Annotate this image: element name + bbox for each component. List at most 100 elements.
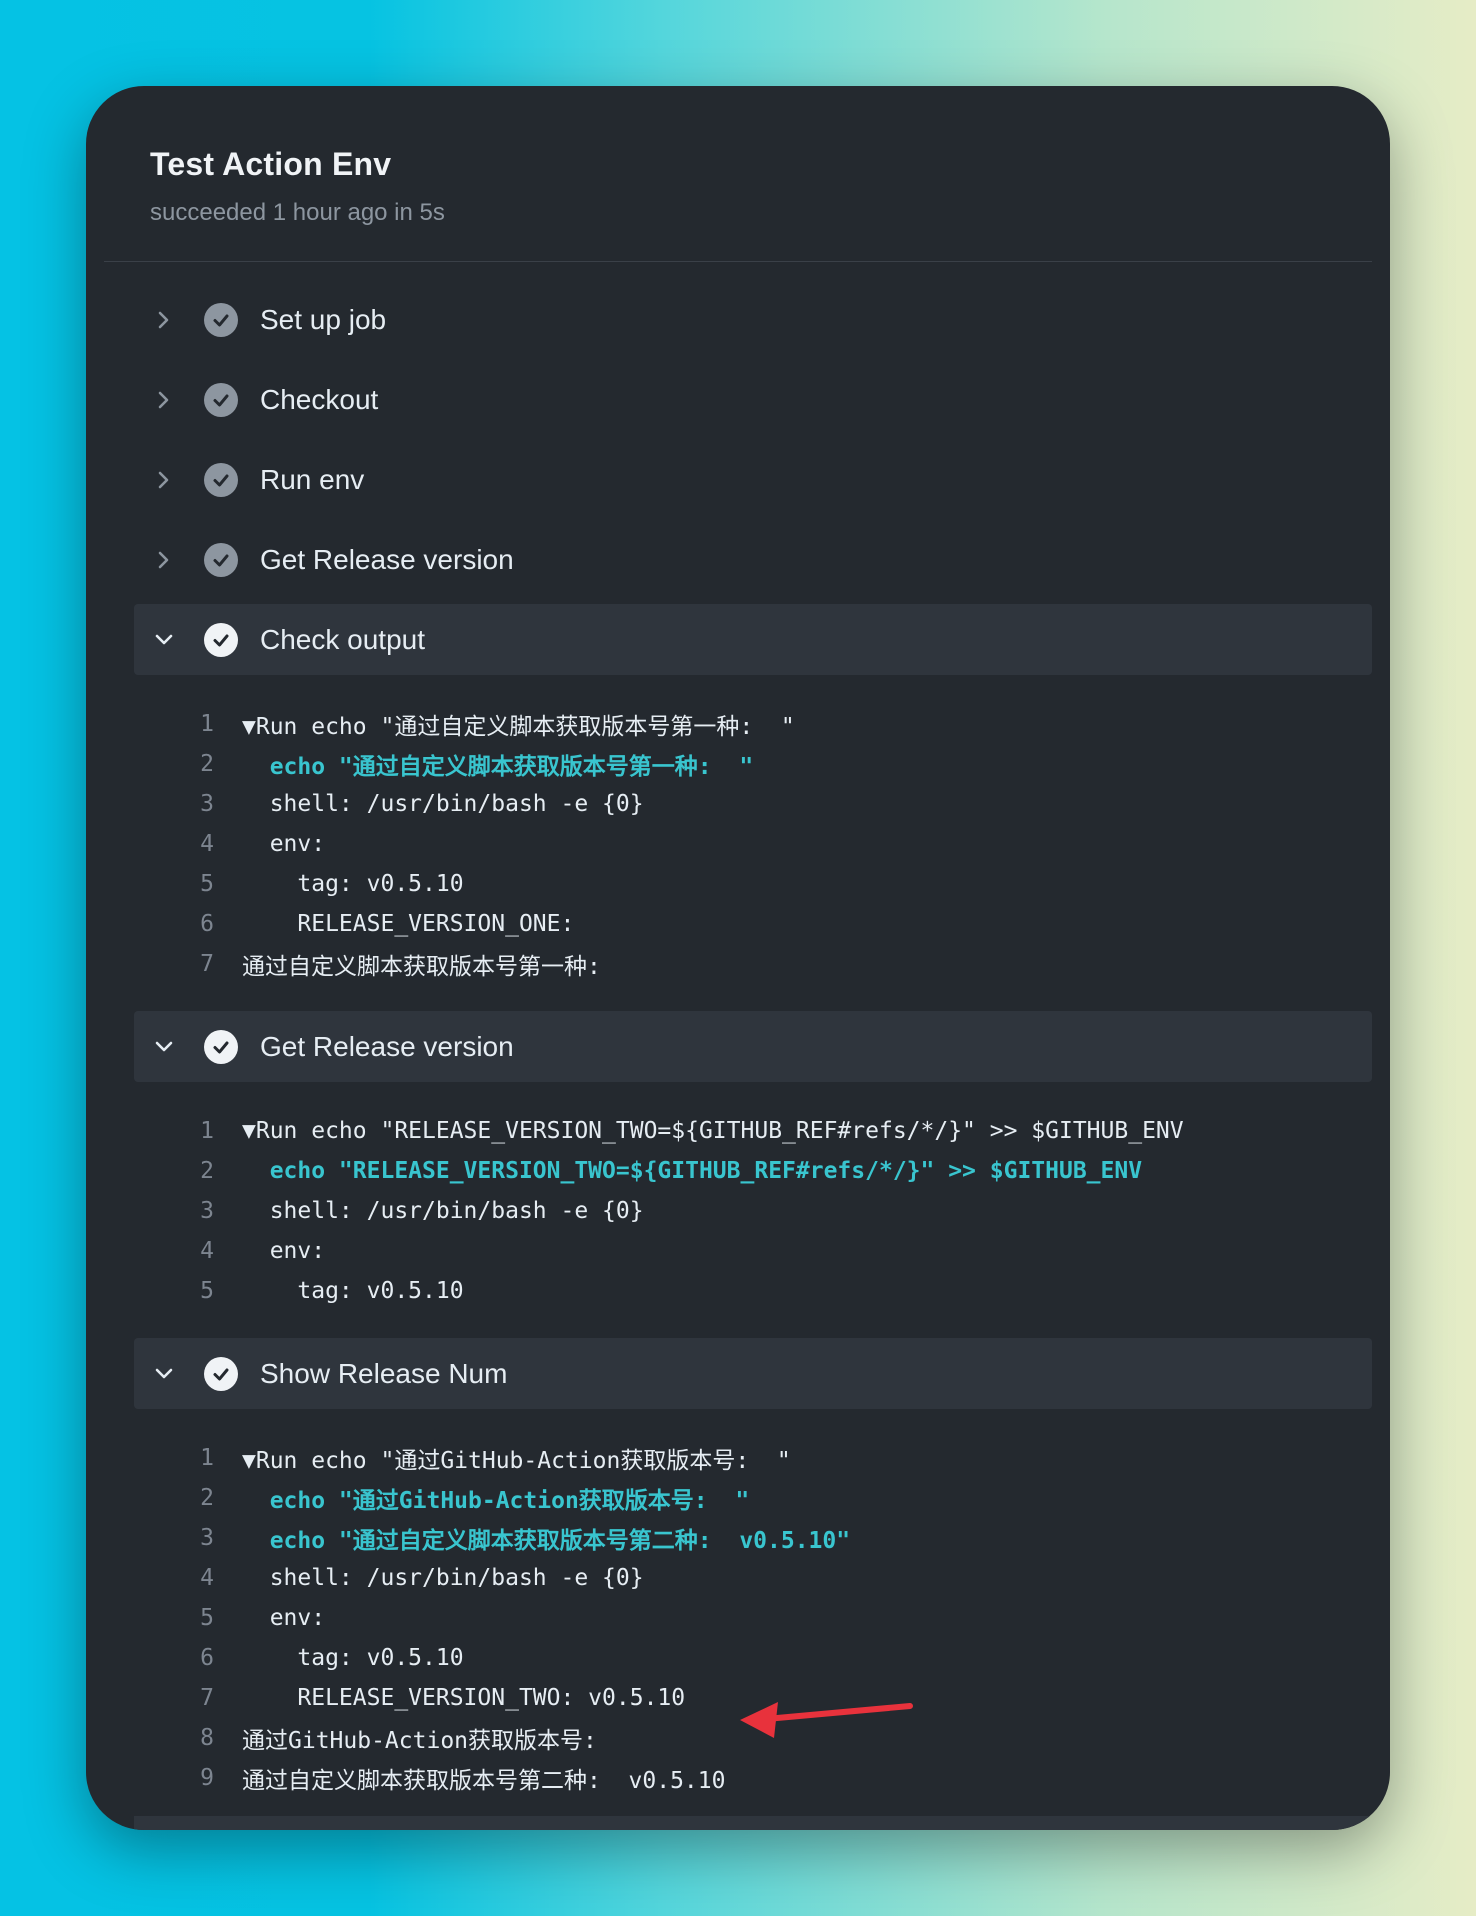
log-line-number[interactable]: 2 <box>134 1485 242 1511</box>
check-circle-icon <box>204 1029 238 1064</box>
step-row[interactable]: Run env <box>134 444 1372 515</box>
chevron-down-icon[interactable] <box>148 1358 180 1390</box>
log-line: 1 ▼Run echo "RELEASE_VERSION_TWO=${GITHUB… <box>134 1111 1372 1151</box>
log-line: 6 RELEASE_VERSION_ONE: <box>134 904 1372 944</box>
next-step-row-edge <box>134 1816 1372 1830</box>
log-line-number[interactable]: 9 <box>134 1765 242 1791</box>
red-arrow-icon <box>740 1702 913 1738</box>
check-circle-icon <box>204 302 238 337</box>
check-circle-icon <box>204 382 238 417</box>
log-line: 5 tag: v0.5.10 <box>134 1271 1372 1311</box>
check-circle-icon <box>204 542 238 577</box>
log-text: tag: v0.5.10 <box>242 871 464 897</box>
check-circle-icon <box>204 462 238 497</box>
log-command-text: echo "通过GitHub-Action获取版本号: " <box>242 1488 750 1514</box>
step-log: 1 ▼Run echo "RELEASE_VERSION_TWO=${GITHUB… <box>134 1091 1372 1329</box>
log-line: 6 tag: v0.5.10 <box>134 1638 1372 1678</box>
steps-list: Set up job Checkout Run env Get Release ver… <box>134 284 1372 1825</box>
log-text: 通过自定义脚本获取版本号第一种: <box>242 954 601 980</box>
job-status-text: succeeded 1 hour ago in 5s <box>150 199 445 226</box>
chevron-down-icon[interactable] <box>148 624 180 656</box>
step-label: Run env <box>260 463 365 495</box>
step-row[interactable]: Get Release version <box>134 524 1372 595</box>
log-text: ▼Run echo "RELEASE_VERSION_TWO=${GITHUB_… <box>242 1118 1184 1144</box>
step-row[interactable]: Checkout <box>134 364 1372 435</box>
log-line-number[interactable]: 6 <box>134 911 242 937</box>
log-line: 2 echo "通过GitHub-Action获取版本号: " <box>134 1478 1372 1518</box>
log-text: RELEASE_VERSION_TWO: v0.5.10 <box>242 1685 686 1711</box>
chevron-down-icon[interactable] <box>148 1031 180 1063</box>
check-circle-icon <box>204 1356 238 1391</box>
log-line: 4 shell: /usr/bin/bash -e {0} <box>134 1558 1372 1598</box>
log-text: ▼Run echo "通过自定义脚本获取版本号第一种: " <box>242 714 795 740</box>
log-line: 5 tag: v0.5.10 <box>134 864 1372 904</box>
log-command-text: echo "通过自定义脚本获取版本号第一种: " <box>242 754 754 780</box>
log-line-number[interactable]: 5 <box>134 1605 242 1631</box>
job-log-card: Test Action Env succeeded 1 hour ago in … <box>86 86 1390 1830</box>
job-header: Test Action Env succeeded 1 hour ago in … <box>150 146 1326 227</box>
log-text: 通过自定义脚本获取版本号第二种: v0.5.10 <box>242 1768 726 1794</box>
job-title: Test Action Env <box>150 146 392 182</box>
log-line: 3 echo "通过自定义脚本获取版本号第二种: v0.5.10" <box>134 1518 1372 1558</box>
step-label: Set up job <box>260 303 387 335</box>
log-line-number[interactable]: 3 <box>134 791 242 817</box>
step-log: 1 ▼Run echo "通过GitHub-Action获取版本号: " 2 ech… <box>134 1418 1372 1816</box>
log-text: shell: /usr/bin/bash -e {0} <box>242 791 644 817</box>
chevron-right-icon[interactable] <box>148 304 180 336</box>
step-label: Get Release version <box>260 543 514 575</box>
log-line-number[interactable]: 5 <box>134 871 242 897</box>
step-label: Checkout <box>260 383 379 415</box>
step-label: Show Release Num <box>260 1357 508 1389</box>
log-line-number[interactable]: 6 <box>134 1645 242 1671</box>
log-text: shell: /usr/bin/bash -e {0} <box>242 1198 644 1224</box>
log-line-number[interactable]: 1 <box>134 711 242 737</box>
log-line: 3 shell: /usr/bin/bash -e {0} <box>134 1191 1372 1231</box>
log-line: 2 echo "通过自定义脚本获取版本号第一种: " <box>134 744 1372 784</box>
log-text: RELEASE_VERSION_ONE: <box>242 911 575 937</box>
step-row[interactable]: Check output <box>134 604 1372 675</box>
log-line: 4 env: <box>134 1231 1372 1271</box>
log-line-number[interactable]: 2 <box>134 751 242 777</box>
log-line-number[interactable]: 1 <box>134 1118 242 1144</box>
step-row[interactable]: Set up job <box>134 284 1372 355</box>
log-line: 4 env: <box>134 824 1372 864</box>
log-line: 2 echo "RELEASE_VERSION_TWO=${GITHUB_REF… <box>134 1151 1372 1191</box>
chevron-right-icon[interactable] <box>148 544 180 576</box>
log-line-number[interactable]: 5 <box>134 1278 242 1304</box>
log-line: 9 通过自定义脚本获取版本号第二种: v0.5.10 <box>134 1758 1372 1798</box>
log-line-number[interactable]: 4 <box>134 1565 242 1591</box>
header-divider <box>104 261 1372 262</box>
log-line: 5 env: <box>134 1598 1372 1638</box>
log-text: env: <box>242 1605 326 1631</box>
log-text: tag: v0.5.10 <box>242 1278 464 1304</box>
log-line: 7 通过自定义脚本获取版本号第一种: <box>134 944 1372 984</box>
chevron-right-icon[interactable] <box>148 384 180 416</box>
log-line-number[interactable]: 7 <box>134 1685 242 1711</box>
log-line-number[interactable]: 1 <box>134 1445 242 1471</box>
log-line-number[interactable]: 7 <box>134 951 242 977</box>
log-line-number[interactable]: 4 <box>134 1238 242 1264</box>
log-text: shell: /usr/bin/bash -e {0} <box>242 1565 644 1591</box>
step-row[interactable]: Show Release Num <box>134 1338 1372 1409</box>
log-line-number[interactable]: 2 <box>134 1158 242 1184</box>
log-line-number[interactable]: 8 <box>134 1725 242 1751</box>
log-command-text: echo "通过自定义脚本获取版本号第二种: v0.5.10" <box>242 1528 851 1554</box>
log-text: 通过GitHub-Action获取版本号: <box>242 1728 597 1754</box>
step-row[interactable]: Get Release version <box>134 1011 1372 1082</box>
step-label: Get Release version <box>260 1030 514 1062</box>
step-label: Check output <box>260 623 425 655</box>
log-text: env: <box>242 1238 326 1264</box>
log-line-number[interactable]: 3 <box>134 1525 242 1551</box>
log-line-number[interactable]: 4 <box>134 831 242 857</box>
chevron-right-icon[interactable] <box>148 464 180 496</box>
log-text: tag: v0.5.10 <box>242 1645 464 1671</box>
log-text: env: <box>242 831 326 857</box>
log-line: 1 ▼Run echo "通过GitHub-Action获取版本号: " <box>134 1438 1372 1478</box>
log-text: ▼Run echo "通过GitHub-Action获取版本号: " <box>242 1448 791 1474</box>
log-line: 3 shell: /usr/bin/bash -e {0} <box>134 784 1372 824</box>
step-log: 1 ▼Run echo "通过自定义脚本获取版本号第一种: " 2 echo "通过… <box>134 684 1372 1002</box>
log-command-text: echo "RELEASE_VERSION_TWO=${GITHUB_REF#r… <box>242 1158 1143 1184</box>
log-line-number[interactable]: 3 <box>134 1198 242 1224</box>
check-circle-icon <box>204 622 238 657</box>
log-line: 1 ▼Run echo "通过自定义脚本获取版本号第一种: " <box>134 704 1372 744</box>
